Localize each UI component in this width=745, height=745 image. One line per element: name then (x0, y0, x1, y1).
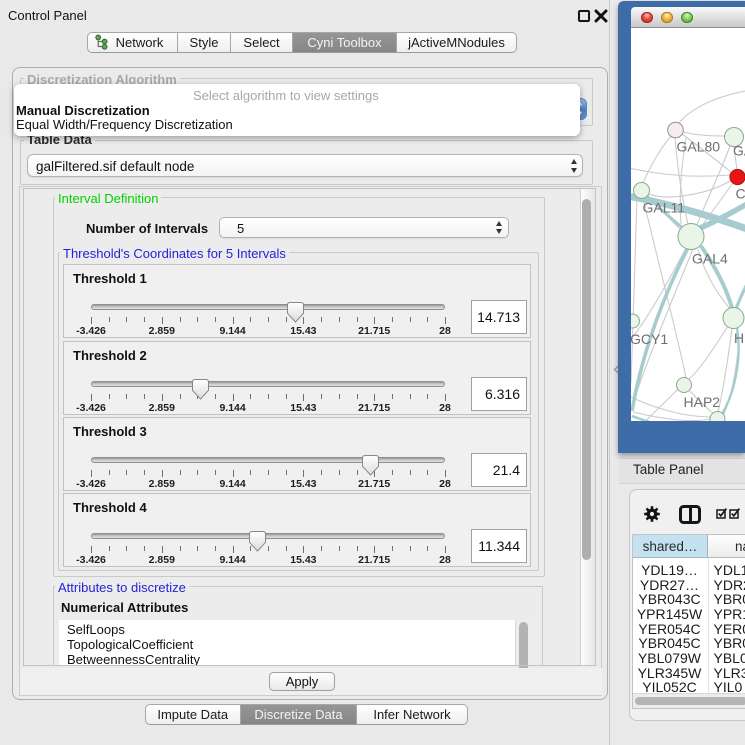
svg-text:GAL80: GAL80 (677, 139, 721, 155)
svg-text:GAL4: GAL4 (692, 251, 728, 267)
svg-text:GAL11: GAL11 (643, 200, 686, 216)
svg-text:GA: GA (733, 143, 745, 159)
svg-text:H: H (734, 330, 744, 346)
svg-text:GCY1: GCY1 (631, 331, 668, 347)
svg-text:HAP2: HAP2 (684, 394, 721, 410)
svg-text:C: C (736, 186, 745, 202)
